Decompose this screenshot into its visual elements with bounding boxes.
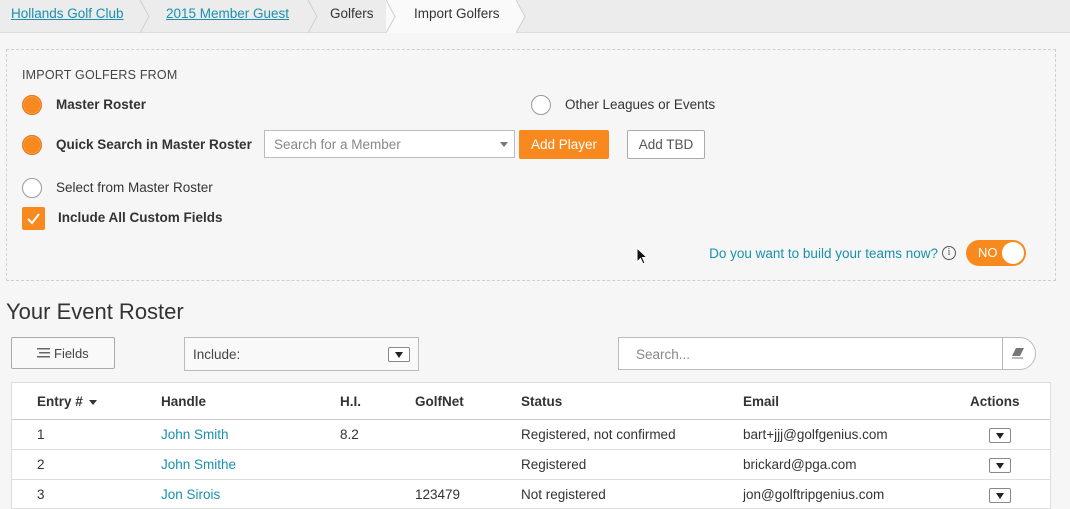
include-custom-fields-label: Include All Custom Fields bbox=[58, 210, 223, 225]
cell-handle-link[interactable]: John Smithe bbox=[161, 457, 236, 472]
breadcrumb-item-club[interactable]: Hollands Golf Club bbox=[0, 0, 150, 33]
quick-search-radio[interactable] bbox=[22, 135, 42, 155]
fields-button-label: Fields bbox=[54, 346, 89, 361]
column-golfnet[interactable]: GolfNet bbox=[415, 394, 464, 409]
member-search-select[interactable]: Search for a Member bbox=[264, 130, 515, 158]
column-status[interactable]: Status bbox=[521, 394, 562, 409]
cell-entry: 3 bbox=[37, 487, 45, 502]
import-panel-title: IMPORT GOLFERS FROM bbox=[22, 68, 178, 82]
search-divider bbox=[1002, 338, 1003, 369]
row-actions-dropdown-icon[interactable] bbox=[989, 428, 1011, 443]
column-actions: Actions bbox=[970, 394, 1020, 409]
mouse-cursor-icon bbox=[636, 247, 648, 265]
table-header: Entry # Handle H.I. GolfNet Status Email… bbox=[12, 383, 1050, 420]
breadcrumb: Hollands Golf Club 2015 Member Guest Gol… bbox=[0, 0, 1070, 33]
fields-button[interactable]: Fields bbox=[11, 337, 115, 369]
cell-status: Registered bbox=[521, 457, 587, 472]
quick-search-label: Quick Search in Master Roster bbox=[56, 137, 252, 152]
info-icon[interactable]: i bbox=[942, 246, 956, 260]
row-actions-dropdown-icon[interactable] bbox=[989, 458, 1011, 473]
roster-title: Your Event Roster bbox=[6, 299, 184, 324]
cell-golfnet: 123479 bbox=[415, 487, 461, 502]
breadcrumb-item-current: Import Golfers bbox=[386, 0, 526, 33]
build-teams-question[interactable]: Do you want to build your teams now? bbox=[709, 246, 938, 261]
select-from-roster-radio[interactable] bbox=[22, 178, 42, 198]
roster-search-placeholder: Search... bbox=[636, 347, 691, 362]
breadcrumb-separator-icon bbox=[516, 0, 526, 33]
master-roster-label: Master Roster bbox=[56, 97, 147, 112]
column-email[interactable]: Email bbox=[743, 394, 779, 409]
breadcrumb-separator-icon bbox=[308, 0, 318, 33]
member-search-placeholder: Search for a Member bbox=[274, 137, 401, 152]
chevron-down-icon bbox=[500, 142, 508, 147]
row-actions-dropdown-icon[interactable] bbox=[989, 488, 1011, 503]
toggle-knob bbox=[1002, 242, 1024, 264]
build-teams-toggle[interactable]: NO bbox=[966, 240, 1026, 266]
cell-handle-link[interactable]: John Smith bbox=[161, 427, 229, 442]
cell-email: bart+jjj@golfgenius.com bbox=[743, 427, 888, 442]
cell-entry: 2 bbox=[37, 457, 45, 472]
list-icon bbox=[37, 348, 50, 358]
include-custom-fields-checkbox[interactable] bbox=[22, 207, 45, 230]
add-tbd-button[interactable]: Add TBD bbox=[627, 130, 705, 159]
breadcrumb-separator-icon bbox=[386, 0, 396, 33]
cell-status: Not registered bbox=[521, 487, 606, 502]
other-leagues-radio[interactable] bbox=[531, 95, 551, 115]
cell-handle-link[interactable]: Jon Sirois bbox=[161, 487, 220, 502]
eraser-icon[interactable] bbox=[1011, 347, 1025, 359]
column-entry[interactable]: Entry # bbox=[37, 394, 97, 409]
checkmark-icon bbox=[27, 213, 40, 225]
column-hi[interactable]: H.I. bbox=[340, 394, 361, 409]
table-row: 1 John Smith 8.2 Registered, not confirm… bbox=[12, 420, 1050, 450]
cell-email: brickard@pga.com bbox=[743, 457, 857, 472]
table-row: 3 Jon Sirois 123479 Not registered jon@g… bbox=[12, 480, 1050, 509]
breadcrumb-separator-icon bbox=[140, 0, 150, 33]
breadcrumb-item-golfers[interactable]: Golfers bbox=[308, 0, 396, 33]
cell-status: Registered, not confirmed bbox=[521, 427, 676, 442]
include-select[interactable]: Include: bbox=[184, 337, 419, 371]
other-leagues-label: Other Leagues or Events bbox=[565, 97, 716, 112]
cell-entry: 1 bbox=[37, 427, 45, 442]
table-row: 2 John Smithe Registered brickard@pga.co… bbox=[12, 450, 1050, 480]
breadcrumb-item-event[interactable]: 2015 Member Guest bbox=[140, 0, 318, 33]
dropdown-arrow-icon[interactable] bbox=[388, 347, 410, 362]
add-player-button[interactable]: Add Player bbox=[519, 130, 609, 159]
cell-email: jon@golftripgenius.com bbox=[743, 487, 885, 502]
roster-table: Entry # Handle H.I. GolfNet Status Email… bbox=[11, 382, 1051, 509]
include-label: Include: bbox=[193, 347, 241, 362]
import-golfers-panel: IMPORT GOLFERS FROM Master Roster Other … bbox=[6, 49, 1056, 281]
toggle-state-label: NO bbox=[978, 245, 998, 260]
roster-search-input[interactable]: Search... bbox=[618, 337, 1036, 370]
sort-caret-icon bbox=[88, 399, 97, 405]
select-from-roster-label: Select from Master Roster bbox=[56, 180, 213, 195]
column-handle[interactable]: Handle bbox=[161, 394, 206, 409]
master-roster-radio[interactable] bbox=[22, 95, 42, 115]
cell-hi: 8.2 bbox=[340, 427, 359, 442]
